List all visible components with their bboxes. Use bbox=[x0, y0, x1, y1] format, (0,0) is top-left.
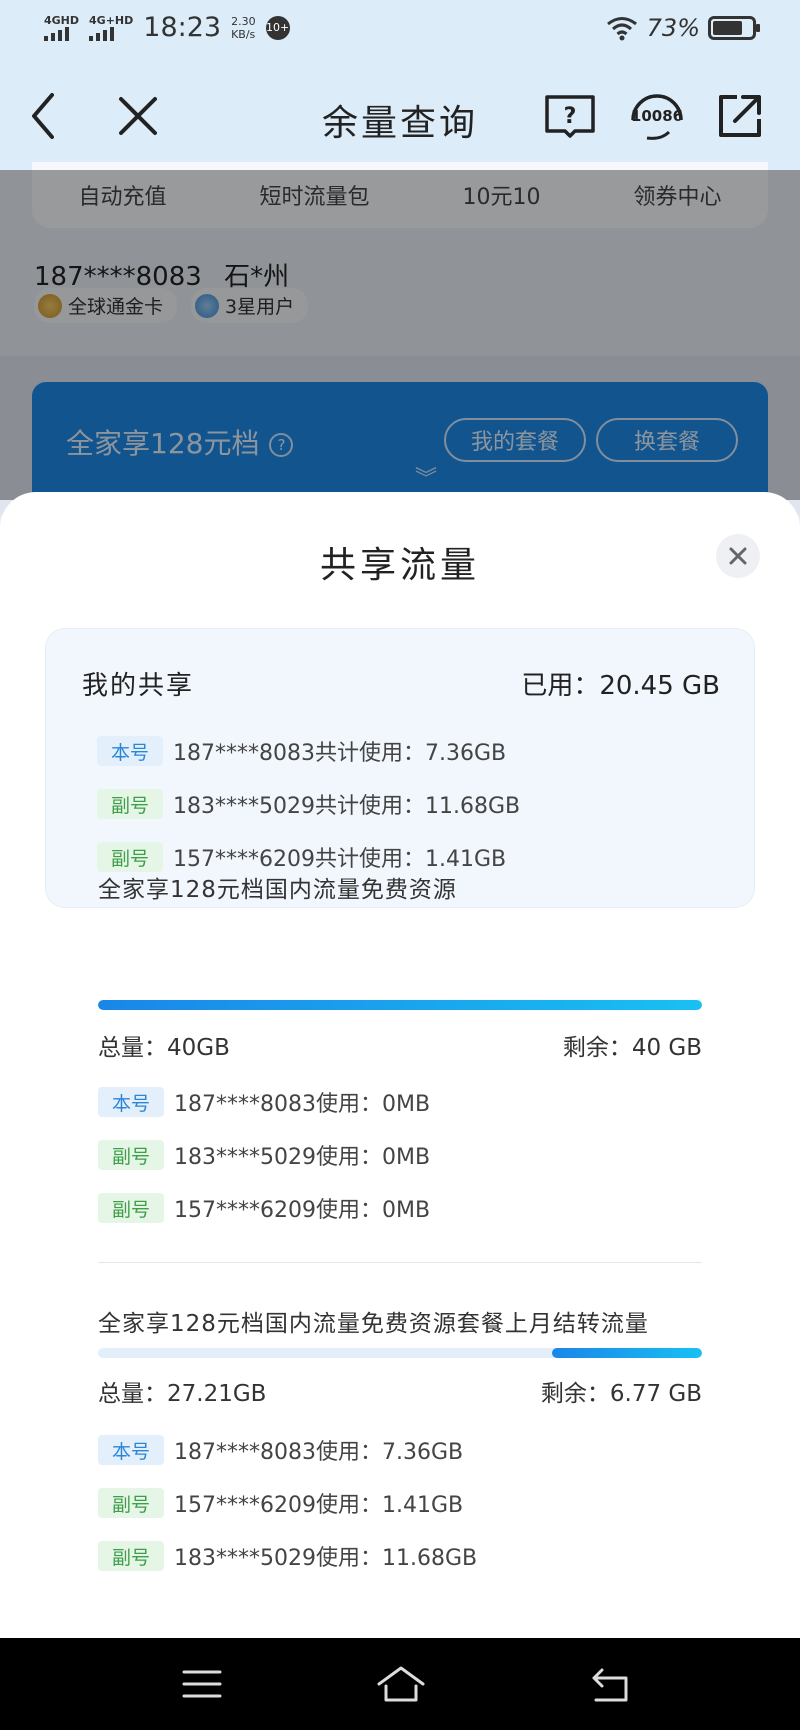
quick-action-10-for-10[interactable]: 10元10 bbox=[462, 179, 540, 211]
status-left: 4GHD 4G+HD 18:23 2.30 KB/s 10+ bbox=[44, 12, 290, 43]
service-10086-label: 10086 bbox=[631, 107, 683, 125]
tag-star-user-label: 3星用户 bbox=[225, 296, 295, 318]
remaining-progress-fill bbox=[98, 1000, 702, 1010]
remaining-progress-bar bbox=[98, 1348, 702, 1358]
my-plan-button[interactable]: 我的套餐 bbox=[444, 418, 586, 462]
plan-help-icon[interactable]: ? bbox=[269, 433, 294, 457]
primary-line-badge: 本号 bbox=[97, 736, 163, 766]
share-icon bbox=[719, 95, 761, 137]
service-10086-icon: 10086 bbox=[631, 94, 683, 140]
network-speed-value: 2.30 bbox=[231, 14, 256, 28]
list-item: 本号 187****8083使用：0MB bbox=[98, 1086, 430, 1118]
section-total: 总量：40GB bbox=[98, 1035, 230, 1061]
wifi-icon bbox=[606, 17, 637, 41]
section-title: 全家享128元档国内流量免费资源 bbox=[98, 877, 457, 903]
plan-name: 全家享128元档? bbox=[66, 422, 294, 462]
app-header: 余量查询 ? 10086 bbox=[0, 60, 800, 170]
usage-text: 187****8083使用：0MB bbox=[174, 1092, 431, 1117]
customer-service-button[interactable]: 10086 bbox=[626, 88, 688, 144]
background-page: 自动充值 短时流量包 10元10 领券中心 187****8083 石*州 全球… bbox=[0, 162, 800, 522]
system-nav-bar bbox=[0, 1638, 800, 1730]
list-item: 副号 183****5029使用：11.68GB bbox=[98, 1540, 477, 1572]
tag-global-gold-card-label: 全球通金卡 bbox=[68, 296, 164, 318]
primary-line-badge: 本号 bbox=[98, 1435, 164, 1465]
secondary-line-badge: 副号 bbox=[97, 789, 163, 819]
my-share-used: 已用：20.45 GB bbox=[521, 671, 720, 701]
usage-text: 187****8083使用：7.36GB bbox=[174, 1440, 464, 1465]
close-icon bbox=[729, 547, 747, 565]
home-icon bbox=[377, 1666, 425, 1702]
my-share-card: 我的共享 已用：20.45 GB 本号 187****8083共计使用：7.36… bbox=[45, 628, 755, 908]
signal-sim1: 4GHD bbox=[44, 13, 80, 41]
usage-text: 157****6209共计使用：1.41GB bbox=[173, 847, 507, 872]
list-item: 副号 157****6209使用：1.41GB bbox=[98, 1487, 463, 1519]
network-speed: 2.30 KB/s bbox=[231, 15, 256, 41]
list-item: 副号 157****6209共计使用：1.41GB bbox=[97, 841, 506, 873]
signal-sim2: 4G+HD bbox=[89, 13, 134, 41]
secondary-line-badge: 副号 bbox=[98, 1541, 164, 1571]
gold-card-icon bbox=[38, 293, 62, 318]
status-bar: 4GHD 4G+HD 18:23 2.30 KB/s 10+ 73% bbox=[0, 0, 800, 60]
usage-text: 187****8083共计使用：7.36GB bbox=[173, 741, 507, 766]
signal-bars-icon bbox=[44, 26, 69, 41]
list-item: 本号 187****8083共计使用：7.36GB bbox=[97, 735, 506, 767]
battery-percent: 73% bbox=[646, 14, 700, 42]
svg-text:?: ? bbox=[564, 104, 577, 129]
secondary-line-badge: 副号 bbox=[98, 1193, 164, 1223]
remaining-progress-fill bbox=[551, 1348, 702, 1358]
notification-count-icon: 10+ bbox=[265, 15, 290, 40]
quick-action-short-data-pack[interactable]: 短时流量包 bbox=[259, 179, 369, 211]
back-nav-icon bbox=[592, 1668, 628, 1702]
usage-text: 183****5029使用：0MB bbox=[174, 1145, 431, 1170]
list-item: 副号 183****5029使用：0MB bbox=[98, 1139, 430, 1171]
section-remaining: 剩余：6.77 GB bbox=[540, 1381, 702, 1407]
star-icon bbox=[195, 293, 220, 318]
section-remaining: 剩余：40 GB bbox=[562, 1035, 702, 1061]
status-right: 73% bbox=[605, 14, 760, 42]
secondary-line-badge: 副号 bbox=[97, 842, 163, 872]
menu-button[interactable] bbox=[180, 1662, 224, 1706]
primary-line-badge: 本号 bbox=[98, 1087, 164, 1117]
list-item: 副号 157****6209使用：0MB bbox=[98, 1192, 430, 1224]
battery-icon bbox=[708, 16, 760, 40]
usage-text: 157****6209使用：0MB bbox=[174, 1198, 431, 1223]
account-tags: 全球通金卡 3星用户 bbox=[34, 288, 309, 323]
help-book-icon: ? bbox=[545, 95, 595, 138]
usage-text: 157****6209使用：1.41GB bbox=[174, 1493, 464, 1518]
menu-icon bbox=[182, 1670, 222, 1698]
quick-action-auto-recharge[interactable]: 自动充值 bbox=[78, 179, 166, 211]
expand-chevron-icon[interactable]: ︾ bbox=[415, 469, 437, 491]
usage-text: 183****5029使用：11.68GB bbox=[174, 1546, 478, 1571]
back-nav-button[interactable] bbox=[588, 1662, 632, 1706]
secondary-line-badge: 副号 bbox=[98, 1488, 164, 1518]
quick-action-coupon-center[interactable]: 领券中心 bbox=[633, 179, 721, 211]
plan-name-label: 全家享128元档 bbox=[66, 427, 260, 460]
signal-bars-icon bbox=[89, 26, 115, 41]
tag-global-gold-card: 全球通金卡 bbox=[34, 288, 178, 323]
list-item: 本号 187****8083使用：7.36GB bbox=[98, 1434, 463, 1466]
section-title: 全家享128元档国内流量免费资源套餐上月结转流量 bbox=[98, 1311, 649, 1337]
section-total: 总量：27.21GB bbox=[98, 1381, 267, 1407]
signal-sim2-label: 4G+HD bbox=[89, 13, 134, 27]
screen: 4GHD 4G+HD 18:23 2.30 KB/s 10+ 73% 余量查询 … bbox=[0, 0, 800, 1730]
share-button[interactable] bbox=[712, 88, 768, 144]
signal-sim1-label: 4GHD bbox=[44, 13, 80, 27]
secondary-line-badge: 副号 bbox=[98, 1140, 164, 1170]
quick-actions-bar: 自动充值 短时流量包 10元10 领券中心 bbox=[32, 162, 768, 228]
clock: 18:23 bbox=[143, 12, 222, 43]
shared-data-sheet: 共享流量 我的共享 已用：20.45 GB 本号 187****8083共计使用… bbox=[0, 492, 800, 1638]
my-share-title: 我的共享 bbox=[82, 671, 195, 701]
help-button[interactable]: ? bbox=[542, 88, 598, 144]
sheet-title: 共享流量 bbox=[319, 545, 480, 586]
usage-text: 183****5029共计使用：11.68GB bbox=[173, 794, 521, 819]
section-divider bbox=[98, 1262, 702, 1263]
change-plan-button[interactable]: 换套餐 bbox=[596, 418, 738, 462]
sheet-close-button[interactable] bbox=[716, 534, 760, 578]
list-item: 副号 183****5029共计使用：11.68GB bbox=[97, 788, 520, 820]
network-speed-unit: KB/s bbox=[231, 27, 256, 41]
home-button[interactable] bbox=[376, 1662, 426, 1706]
tag-star-user: 3星用户 bbox=[191, 288, 309, 323]
remaining-progress-bar bbox=[98, 1000, 702, 1010]
